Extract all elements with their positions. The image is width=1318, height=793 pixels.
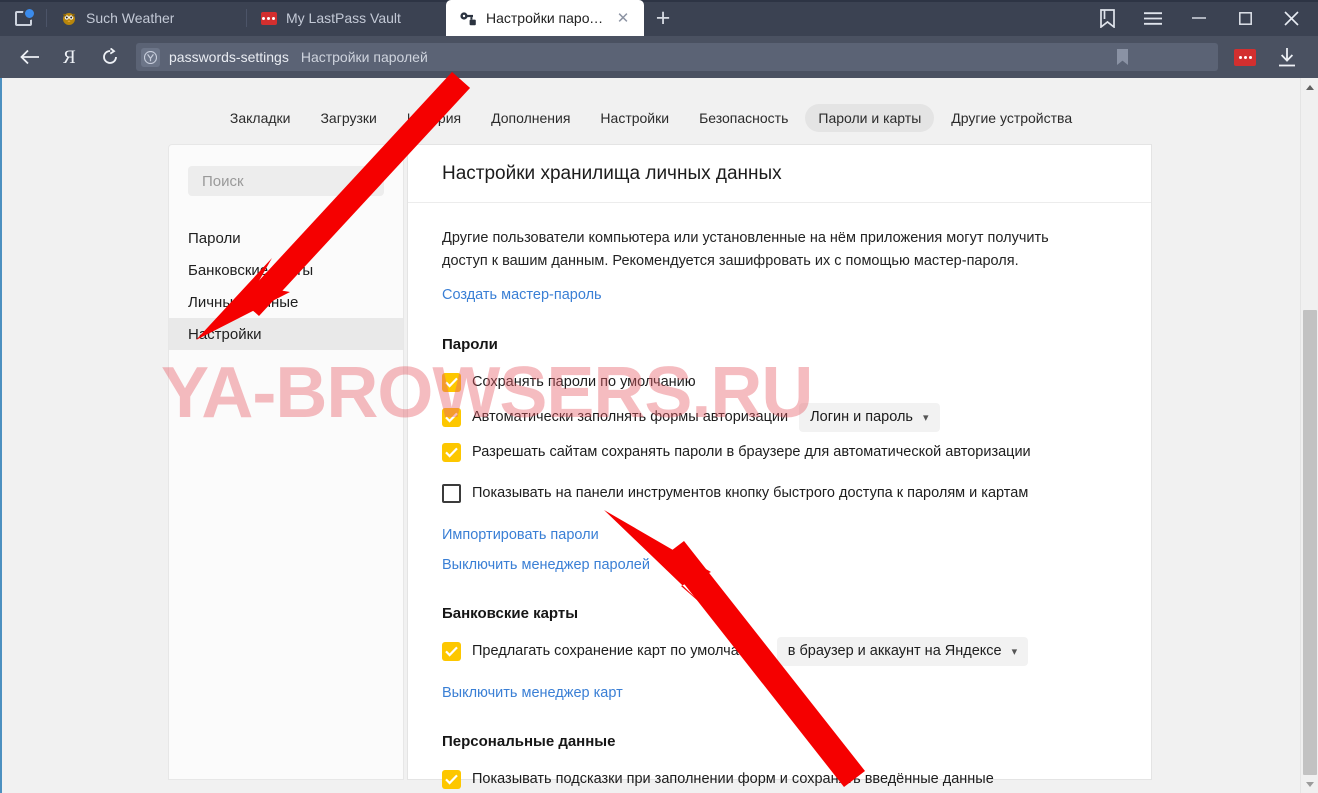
settings-nav-zagruzki[interactable]: Загрузки	[307, 104, 389, 132]
settings-nav-zakladki[interactable]: Закладки	[217, 104, 304, 132]
section-title: Персональные данные	[442, 732, 616, 750]
window-controls-group	[1084, 0, 1318, 36]
sidebar-item-nastroyki[interactable]: Настройки	[169, 318, 403, 350]
disable-card-manager-link[interactable]: Выключить менеджер карт	[442, 685, 1117, 701]
chevron-down-icon: ▾	[1011, 645, 1018, 658]
tab-list-button[interactable]	[0, 0, 46, 36]
option-autofill-auth-forms[interactable]: Автоматически заполнять формы авторизаци…	[442, 402, 1117, 433]
section-bank-cards: Банковские карты Предлагать сохранение к…	[442, 605, 1117, 701]
close-icon[interactable]: ✕	[614, 9, 632, 27]
download-icon[interactable]	[1266, 36, 1308, 78]
browser-tab-passwords-settings[interactable]: Настройки паролей ✕	[446, 0, 644, 36]
settings-nav-nastroyki[interactable]: Настройки	[587, 104, 682, 132]
checkbox-checked-icon[interactable]	[442, 769, 461, 789]
new-tab-button[interactable]: +	[644, 0, 682, 36]
maximize-button[interactable]	[1222, 0, 1268, 36]
address-bar-url: passwords-settings	[169, 49, 289, 65]
sidebar-item-lichnye-dannye[interactable]: Личные данные	[169, 286, 403, 318]
page-title: Настройки хранилища личных данных	[442, 162, 782, 184]
panel-body: Другие пользователи компьютера или устан…	[408, 203, 1151, 793]
option-offer-save-cards[interactable]: Предлагать сохранение карт по умолчанию …	[442, 636, 1117, 667]
address-bar-page-title: Настройки паролей	[300, 49, 428, 65]
checkbox-checked-icon[interactable]	[442, 641, 461, 661]
vertical-scrollbar[interactable]	[1300, 78, 1318, 793]
checkbox-checked-icon[interactable]	[442, 407, 461, 427]
scrollbar-thumb[interactable]	[1303, 310, 1317, 775]
checkbox-checked-icon[interactable]	[442, 442, 461, 462]
cards-links: Выключить менеджер карт	[442, 685, 1117, 701]
sidebar-item-paroli[interactable]: Пароли	[169, 222, 403, 254]
section-personal-data: Персональные данные Показывать подсказки…	[442, 733, 1117, 793]
option-label: Сохранять пароли по умолчанию	[472, 374, 696, 391]
hamburger-menu-icon[interactable]	[1130, 0, 1176, 36]
navigation-toolbar: Я passwords-settings Настройки паролей	[0, 36, 1318, 78]
lastpass-icon	[260, 10, 277, 27]
scroll-up-arrow-icon[interactable]	[1301, 78, 1318, 96]
settings-nav-bezopasnost[interactable]: Безопасность	[686, 104, 801, 132]
tab-list-icon	[14, 6, 36, 26]
passwords-links: Импортировать пароли Выключить менеджер …	[442, 527, 1117, 573]
section-title: Банковские карты	[442, 604, 579, 622]
card-save-target-select[interactable]: в браузер и аккаунт на Яндексе ▾	[776, 636, 1029, 666]
option-label: Показывать на панели инструментов кнопку…	[472, 485, 1029, 502]
option-save-passwords-by-default[interactable]: Сохранять пароли по умолчанию	[442, 367, 1117, 398]
settings-nav-drugie-ustroystva[interactable]: Другие устройства	[938, 104, 1085, 132]
reload-icon[interactable]	[90, 36, 130, 78]
intro-text: Другие пользователи компьютера или устан…	[442, 230, 1049, 269]
settings-top-nav: Закладки Загрузки История Дополнения Нас…	[1, 101, 1301, 135]
tab-title: My LastPass Vault	[286, 10, 401, 26]
panel-header: Настройки хранилища личных данных	[408, 145, 1151, 203]
bookmark-ribbon-icon[interactable]	[1084, 0, 1130, 36]
browser-window: Such Weather My LastPass Vault Настройки…	[0, 0, 1318, 793]
search-placeholder: Поиск	[202, 172, 244, 190]
select-value: Логин и пароль	[810, 409, 913, 426]
address-bar[interactable]: passwords-settings Настройки паролей	[136, 43, 1218, 71]
option-allow-sites-save-passwords[interactable]: Разрешать сайтам сохранять пароли в брау…	[442, 437, 1117, 468]
page-left-border	[0, 78, 2, 793]
yandex-logo-icon[interactable]: Я	[50, 36, 90, 78]
sidebar-list: Пароли Банковские карты Личные данные На…	[169, 222, 403, 350]
sidebar-item-bankovskie-karty[interactable]: Банковские карты	[169, 254, 403, 286]
disable-password-manager-link[interactable]: Выключить менеджер паролей	[442, 557, 1117, 573]
option-label: Показывать подсказки при заполнении форм…	[472, 771, 994, 788]
settings-nav-paroli-i-karty[interactable]: Пароли и карты	[805, 104, 935, 132]
settings-nav-istoriya[interactable]: История	[394, 104, 474, 132]
key-icon	[460, 10, 477, 27]
option-show-form-hints[interactable]: Показывать подсказки при заполнении форм…	[442, 764, 1117, 793]
yandex-browser-icon	[141, 47, 160, 67]
weather-owl-icon	[60, 10, 77, 27]
lastpass-extension-icon[interactable]	[1224, 36, 1266, 78]
autofill-mode-select[interactable]: Логин и пароль ▾	[799, 402, 940, 432]
section-passwords: Пароли Сохранять пароли по умолчанию Авт…	[442, 336, 1117, 573]
create-master-password-link[interactable]: Создать мастер-пароль	[442, 287, 602, 303]
svg-text:Я: Я	[63, 47, 76, 67]
section-title: Пароли	[442, 335, 498, 353]
bookmark-icon[interactable]	[1112, 47, 1132, 67]
search-input[interactable]: Поиск	[188, 166, 384, 196]
tab-title: Such Weather	[86, 10, 175, 26]
tab-strip: Such Weather My LastPass Vault Настройки…	[0, 0, 1318, 36]
checkbox-unchecked-icon[interactable]	[442, 483, 461, 503]
select-value: в браузер и аккаунт на Яндексе	[787, 643, 1002, 660]
checkbox-checked-icon[interactable]	[442, 372, 461, 392]
close-button[interactable]	[1268, 0, 1314, 36]
settings-page: Закладки Загрузки История Дополнения Нас…	[0, 78, 1318, 793]
settings-nav-dopolneniya[interactable]: Дополнения	[478, 104, 583, 132]
import-passwords-link[interactable]: Импортировать пароли	[442, 527, 1117, 543]
option-label: Разрешать сайтам сохранять пароли в брау…	[472, 444, 1031, 461]
browser-tab-my-lastpass-vault[interactable]: My LastPass Vault	[246, 0, 446, 36]
browser-tab-such-weather[interactable]: Such Weather	[46, 0, 246, 36]
option-label: Автоматически заполнять формы авторизаци…	[472, 409, 789, 426]
tab-title: Настройки паролей	[486, 10, 605, 26]
option-show-toolbar-quick-access[interactable]: Показывать на панели инструментов кнопку…	[442, 478, 1117, 509]
scroll-down-arrow-icon[interactable]	[1301, 775, 1318, 793]
minimize-button[interactable]	[1176, 0, 1222, 36]
option-label: Предлагать сохранение карт по умолчанию	[472, 643, 766, 660]
settings-panel: Настройки хранилища личных данных Другие…	[408, 145, 1151, 789]
back-arrow-icon[interactable]	[10, 36, 50, 78]
settings-sidebar: Поиск Пароли Банковские карты Личные дан…	[169, 145, 403, 779]
chevron-down-icon: ▾	[922, 411, 929, 424]
